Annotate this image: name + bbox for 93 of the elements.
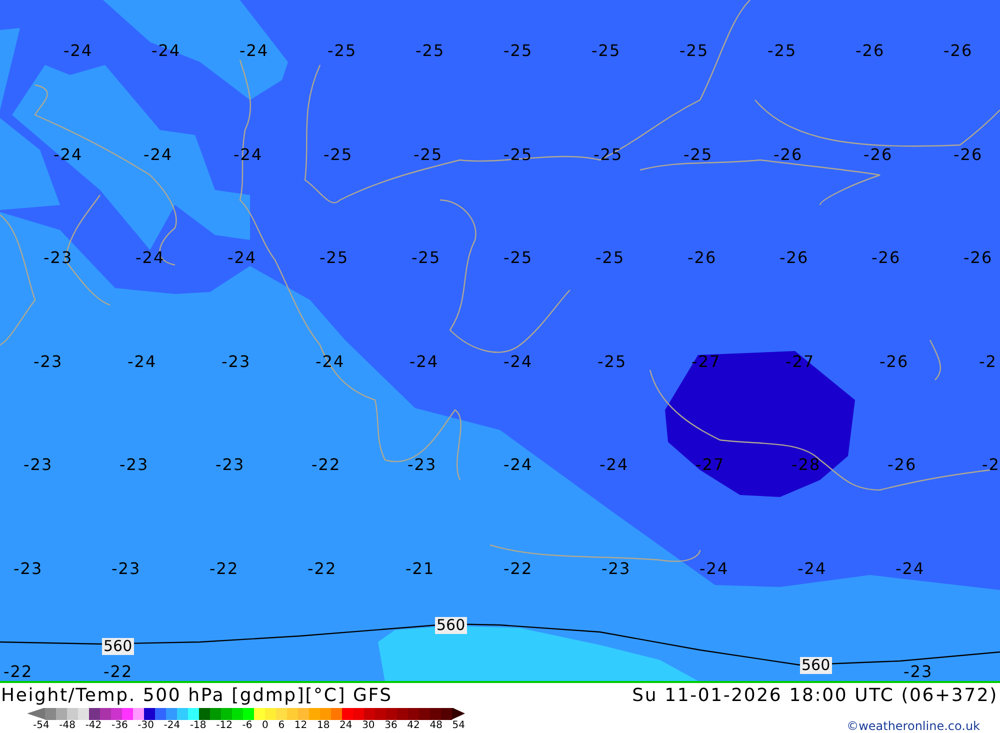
temperature-label: -23 [222, 352, 251, 372]
temperature-label: -24 [128, 352, 157, 372]
scale-tick-label: -42 [85, 720, 102, 731]
temperature-label: -27 [786, 352, 815, 372]
scale-tick-label: 48 [430, 720, 442, 731]
scale-tick-label: 6 [278, 720, 285, 731]
contour-label: 560 [102, 638, 134, 654]
temperature-label: -25 [320, 248, 349, 268]
temperature-label: -25 [684, 144, 713, 164]
temperature-label: -23 [34, 352, 63, 372]
scale-tick-label: 12 [294, 720, 308, 731]
temperature-label: -22 [104, 662, 133, 681]
temperature-label: -24 [700, 558, 729, 578]
temperature-label: -26 [780, 248, 809, 268]
temperature-label: -22 [210, 558, 239, 578]
copyright-link[interactable]: ©weatheronline.co.uk [846, 719, 980, 733]
scale-tick-label: 42 [407, 720, 420, 731]
temperature-label: -27 [696, 455, 725, 475]
temperature-label: -24 [136, 248, 165, 268]
temperature-label: -26 [774, 144, 803, 164]
temperature-label: -21 [406, 558, 435, 578]
temperature-label: -24 [410, 352, 439, 372]
temperature-label: -24 [228, 248, 257, 268]
scale-tick-label: 36 [384, 720, 398, 731]
temperature-label: -24 [234, 144, 263, 164]
temperature-label: -23 [112, 558, 141, 578]
temperature-label: -23 [904, 662, 933, 681]
temperature-label: -2 [982, 455, 1000, 475]
temperature-label: -22 [4, 662, 33, 681]
temperature-label: -25 [416, 41, 445, 61]
scale-tick-label: -18 [190, 720, 206, 731]
temperature-label: -26 [856, 41, 885, 61]
contour-label: 560 [434, 616, 468, 634]
temperature-label: -25 [328, 41, 357, 61]
temperature-label: -25 [504, 248, 533, 268]
scale-tick-label: -6 [242, 720, 252, 731]
valid-time: Su 11-01-2026 18:00 UTC (06+372) [632, 684, 998, 706]
temperature-label: -24 [600, 455, 629, 475]
temperature-label: -22 [504, 558, 533, 578]
scale-tick-label: -30 [138, 720, 154, 731]
temperature-label: -25 [412, 248, 441, 268]
temperature-label: -26 [872, 248, 901, 268]
temperature-label: -23 [602, 558, 631, 578]
chart-title: Height/Temp. 500 hPa [gdmp][°C] GFS [1, 684, 392, 706]
temperature-label: -26 [864, 144, 893, 164]
temperature-label: -24 [240, 41, 269, 61]
temperature-label: -24 [504, 352, 533, 372]
scale-tick-label: 54 [452, 720, 465, 731]
scale-tick-label: 24 [340, 720, 352, 731]
temperature-label: -25 [768, 41, 797, 61]
scale-tick-label: -12 [216, 720, 232, 731]
temperature-label: -23 [24, 455, 53, 475]
temperature-label: -26 [964, 248, 993, 268]
scale-tick-label: 30 [362, 720, 375, 731]
scale-tick-label: -54 [33, 720, 50, 731]
scale-tick-label: -36 [111, 720, 128, 731]
temperature-label: -23 [14, 558, 43, 578]
temperature-label: -2 [979, 352, 997, 372]
temperature-label: -24 [54, 144, 83, 164]
temperature-label: -24 [896, 558, 925, 578]
temperature-label: -24 [144, 144, 173, 164]
temperature-label: -25 [324, 144, 353, 164]
temperature-label: -25 [504, 144, 533, 164]
temperature-label: -26 [954, 144, 983, 164]
temperature-label: -24 [152, 41, 181, 61]
temperature-label: -26 [888, 455, 917, 475]
temperature-label: -25 [594, 144, 623, 164]
temperature-label: -24 [64, 41, 93, 61]
temperature-label: -25 [596, 248, 625, 268]
temperature-label: -22 [308, 558, 337, 578]
temperature-label: -26 [944, 41, 973, 61]
temperature-label: -26 [880, 352, 909, 372]
temperature-label: -27 [692, 352, 721, 372]
scale-tick-label: -24 [164, 720, 180, 731]
temperature-label: -23 [120, 455, 149, 475]
temperature-label: -24 [316, 352, 345, 372]
temperature-label: -23 [408, 455, 437, 475]
temperature-label: -25 [504, 41, 533, 61]
temperature-label: -23 [216, 455, 245, 475]
scale-tick-label: 18 [316, 720, 330, 731]
temperature-label: -25 [414, 144, 443, 164]
contour-label: 560 [800, 656, 832, 674]
temperature-label: -22 [312, 455, 341, 475]
scale-tick-label: -48 [59, 720, 76, 731]
temperature-label: -25 [598, 352, 627, 372]
temperature-label: -24 [504, 455, 533, 475]
scale-tick-label: 0 [262, 720, 268, 731]
temperature-label: -25 [680, 41, 709, 61]
temperature-label: -28 [792, 455, 821, 475]
temperature-label: -26 [688, 248, 717, 268]
temperature-label: -25 [592, 41, 621, 61]
temperature-label: -23 [44, 248, 73, 268]
temperature-label: -24 [798, 558, 827, 578]
